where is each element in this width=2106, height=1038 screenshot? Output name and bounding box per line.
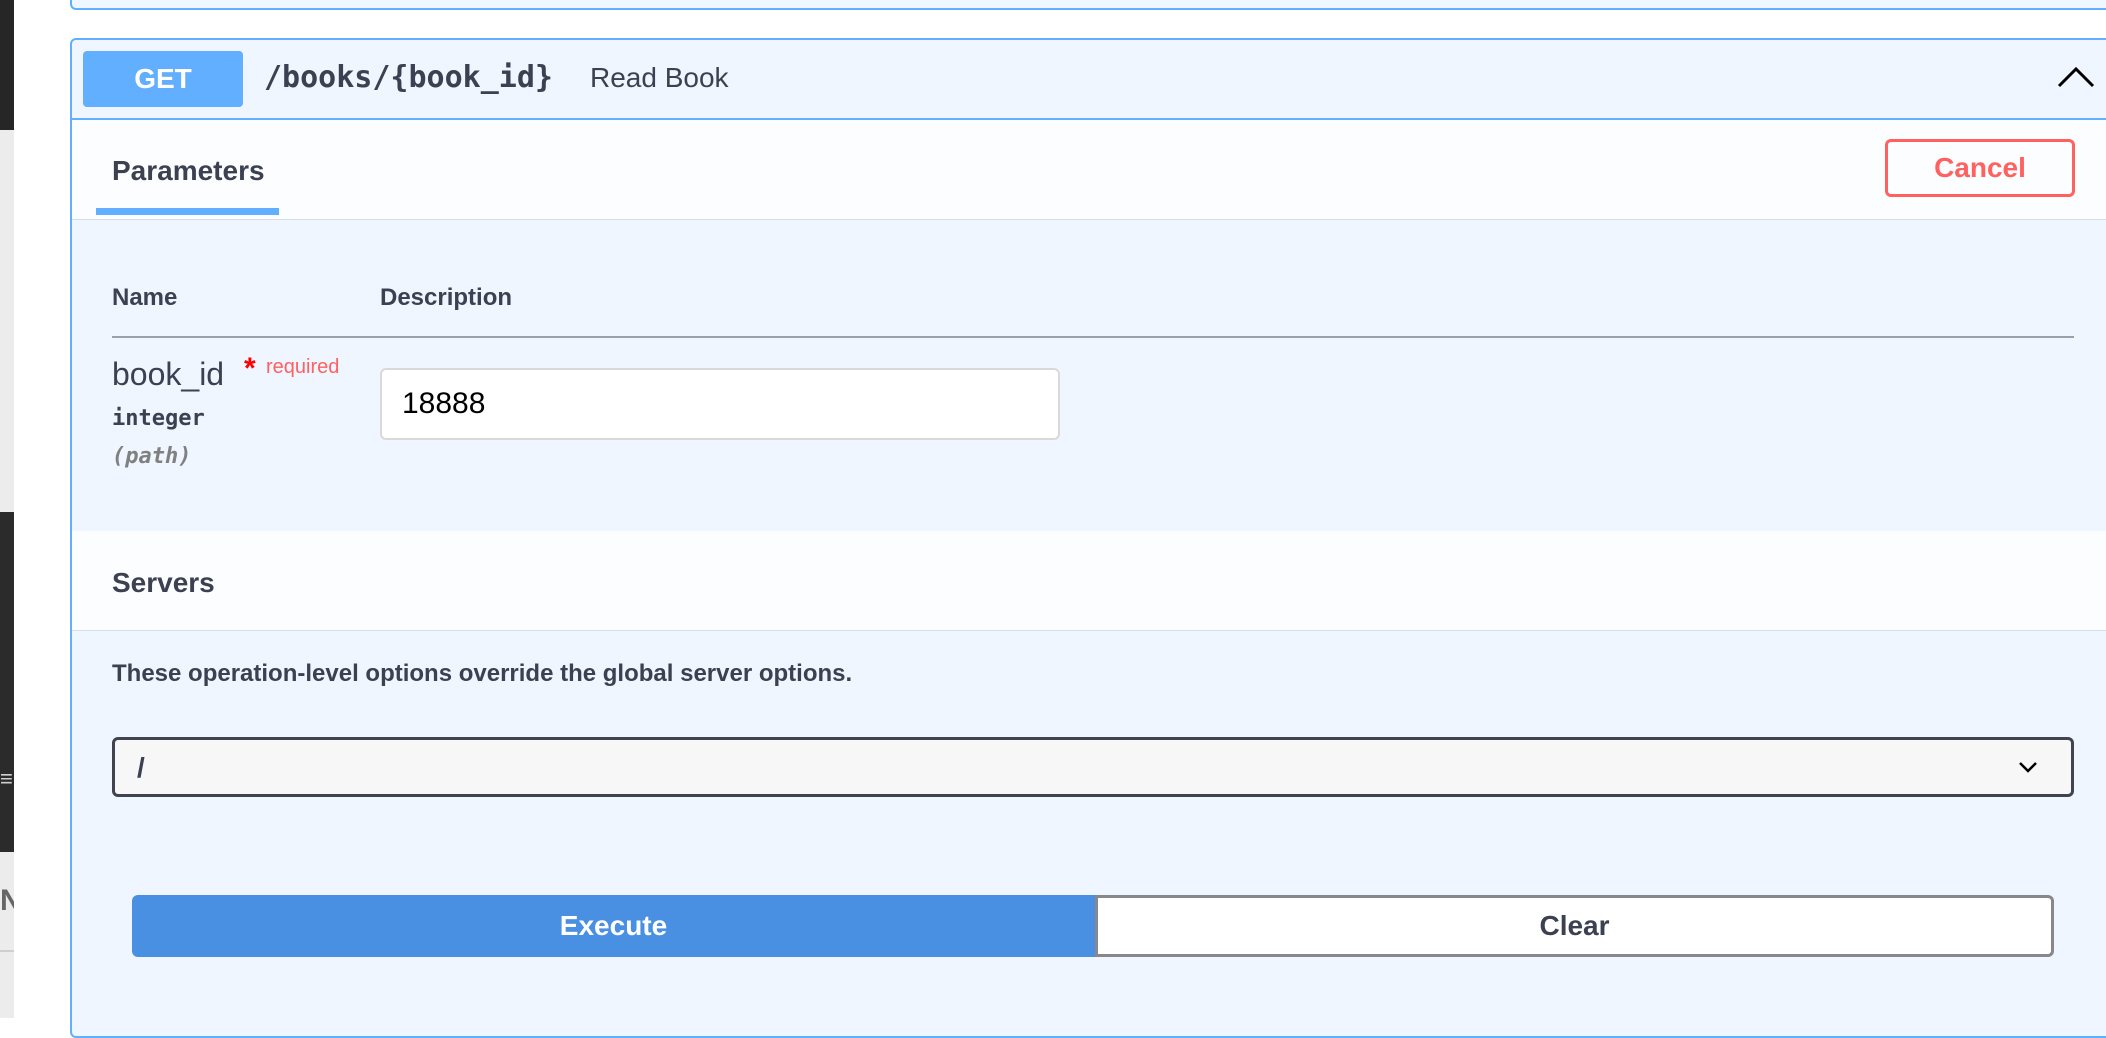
- cancel-button[interactable]: Cancel: [1885, 139, 2075, 197]
- execute-button[interactable]: Execute: [132, 895, 1095, 957]
- column-header-description: Description: [380, 284, 513, 311]
- background-panel-dark: [0, 0, 14, 130]
- required-label: required: [266, 356, 340, 378]
- parameter-location: (path): [112, 444, 192, 469]
- previous-operation-block: [70, 0, 2106, 10]
- operation-description: Read Book: [590, 62, 729, 93]
- tab-active-indicator: [96, 208, 279, 215]
- background-glyph: N: [0, 884, 14, 917]
- required-star: *: [244, 352, 256, 385]
- operation-path: /books/{book_id}: [264, 60, 553, 95]
- servers-title: Servers: [112, 567, 215, 598]
- parameter-type: integer: [112, 406, 205, 431]
- background-glyph: ≡: [0, 766, 13, 791]
- server-selected-value: /: [137, 752, 145, 783]
- tab-parameters[interactable]: Parameters: [112, 155, 265, 187]
- parameters-tab-header: Parameters Cancel: [72, 120, 2106, 220]
- parameter-name: book_id: [112, 356, 225, 392]
- chevron-up-icon[interactable]: [2053, 54, 2099, 100]
- http-method-badge: GET: [83, 51, 243, 107]
- table-header-divider: [112, 336, 2074, 338]
- chevron-down-icon: [2019, 762, 2037, 773]
- book-id-input[interactable]: [380, 368, 1060, 440]
- operation-summary[interactable]: GET /books/{book_id} Read Book: [72, 40, 2106, 120]
- servers-header: Servers: [72, 531, 2106, 631]
- servers-note: These operation-level options override t…: [112, 660, 853, 687]
- background-window-edge: ≡ N: [0, 0, 14, 1018]
- operation-block-get: GET /books/{book_id} Read Book Parameter…: [70, 38, 2106, 1038]
- background-divider: [0, 950, 14, 952]
- column-header-name: Name: [112, 284, 178, 311]
- clear-button[interactable]: Clear: [1095, 895, 2054, 957]
- execute-wrapper: Execute Clear: [132, 895, 2054, 957]
- background-panel-dark: [0, 512, 14, 852]
- server-select[interactable]: /: [112, 737, 2074, 797]
